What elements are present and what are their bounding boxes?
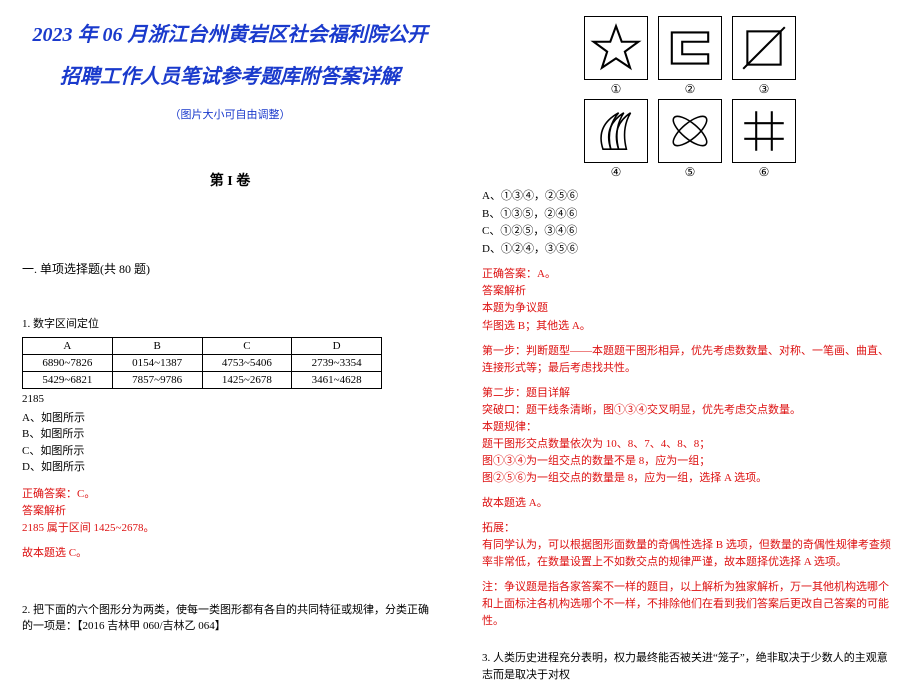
figure-cell-3: ③ — [732, 16, 796, 97]
q2-step2-l4: 图①③④为一组交点的数量不是 8，应为一组； — [482, 453, 898, 470]
th-c: C — [202, 338, 292, 355]
q1-table: A B C D 6890~7826 0154~1387 4753~5406 27… — [22, 337, 382, 389]
q1-ans-pick: 故本题选 C。 — [22, 545, 438, 562]
cell: 7857~9786 — [112, 372, 202, 389]
q2-note1: 本题为争议题 — [482, 300, 898, 317]
opt-a: A、①③④，②⑤⑥ — [482, 188, 898, 206]
doc-title-2: 招聘工作人员笔试参考题库附答案详解 — [22, 58, 438, 96]
figure-row-1: ① ② ③ — [584, 16, 796, 97]
opt-b: B、如图所示 — [22, 426, 438, 443]
q2-step2-l5: 图②⑤⑥为一组交点的数量是 8，应为一组，选择 A 选项。 — [482, 470, 898, 487]
doc-title-1: 2023 年 06 月浙江台州黄岩区社会福利院公开 — [22, 16, 438, 54]
figure-diagonal-square-icon — [732, 16, 796, 80]
figure-cell-1: ① — [584, 16, 648, 97]
table-row: 5429~6821 7857~9786 1425~2678 3461~4628 — [23, 372, 382, 389]
q3-stem: 3. 人类历史进程充分表明，权力最终能否被关进“笼子”，绝非取决于少数人的主观意… — [482, 650, 898, 683]
q2-note2: 华图选 B；其他选 A。 — [482, 318, 898, 335]
cell: 0154~1387 — [112, 355, 202, 372]
q1-opts: A、如图所示 B、如图所示 C、如图所示 D、如图所示 — [22, 410, 438, 476]
circled-3: ③ — [759, 82, 770, 97]
page-wrapper: 2023 年 06 月浙江台州黄岩区社会福利院公开 招聘工作人员笔试参考题库附答… — [0, 0, 920, 651]
q2-stem: 2. 把下面的六个图形分为两类，使每一类图形都有各自的共同特征或规律，分类正确的… — [22, 602, 438, 635]
th-a: A — [23, 338, 113, 355]
figure-banana-arcs-icon — [584, 99, 648, 163]
table-row: 6890~7826 0154~1387 4753~5406 2739~3354 — [23, 355, 382, 372]
opt-d: D、如图所示 — [22, 459, 438, 476]
q2-correct: 正确答案：A。 — [482, 266, 898, 283]
q2-step2-title: 第二步：题目详解 — [482, 385, 898, 402]
opt-a: A、如图所示 — [22, 410, 438, 427]
cell: 2739~3354 — [292, 355, 382, 372]
q2-options: A、①③④，②⑤⑥ B、①③⑤，②④⑥ C、①②⑤，③④⑥ D、①②④，③⑤⑥ — [482, 188, 898, 258]
opt-b: B、①③⑤，②④⑥ — [482, 206, 898, 224]
cell: 1425~2678 — [202, 372, 292, 389]
q2-note: 注：争议题是指各家答案不一样的题目，以上解析为独家解析，万一其他机构选哪个和上面… — [482, 579, 898, 630]
q1-correct: 正确答案：C。 — [22, 486, 438, 503]
q2-step1: 第一步：判断题型——本题题干图形相异，优先考虑数数量、对称、一笔画、曲直、连接形… — [482, 343, 898, 377]
q2-answer-head: 正确答案：A。 答案解析 本题为争议题 华图选 B；其他选 A。 — [482, 266, 898, 334]
q2-step2-l1: 突破口：题干线条清晰，图①③④交叉明显，优先考虑交点数量。 — [482, 402, 898, 419]
q2-ext-label: 拓展： — [482, 520, 898, 537]
figure-star-icon — [584, 16, 648, 80]
cell: 4753~5406 — [202, 355, 292, 372]
figure-cell-6: ⑥ — [732, 99, 796, 180]
circled-6: ⑥ — [759, 165, 770, 180]
circled-4: ④ — [611, 165, 622, 180]
figure-cell-2: ② — [658, 16, 722, 97]
q1-stem: 1. 数字区间定位 — [22, 315, 438, 331]
figure-atom-icon — [658, 99, 722, 163]
cell: 5429~6821 — [23, 372, 113, 389]
right-column: ① ② ③ — [460, 0, 920, 651]
q2-step2: 第二步：题目详解 突破口：题干线条清晰，图①③④交叉明显，优先考虑交点数量。 本… — [482, 385, 898, 487]
figure-c-shape-icon — [658, 16, 722, 80]
q1-ans-label: 答案解析 — [22, 503, 438, 520]
th-b: B — [112, 338, 202, 355]
q2-step2-l2: 本题规律： — [482, 419, 898, 436]
figure-cell-5: ⑤ — [658, 99, 722, 180]
q1-target: 2185 — [22, 391, 438, 408]
q2-step2-l3: 题干图形交点数量依次为 10、8、7、4、8、8； — [482, 436, 898, 453]
figure-cell-4: ④ — [584, 99, 648, 180]
circled-1: ① — [611, 82, 622, 97]
cell: 3461~4628 — [292, 372, 382, 389]
q2-conclude: 故本题选 A。 — [482, 495, 898, 512]
opt-d: D、①②④，③⑤⑥ — [482, 241, 898, 259]
q2-ans-label: 答案解析 — [482, 283, 898, 300]
cell: 6890~7826 — [23, 355, 113, 372]
table-header-row: A B C D — [23, 338, 382, 355]
q2-extension: 拓展： 有同学认为，可以根据图形面数量的奇偶性选择 B 选项，但数量的奇偶性规律… — [482, 520, 898, 571]
circled-5: ⑤ — [685, 165, 696, 180]
q2-ext-body: 有同学认为，可以根据图形面数量的奇偶性选择 B 选项，但数量的奇偶性规律考查频率… — [482, 537, 898, 571]
opt-c: C、如图所示 — [22, 443, 438, 460]
q1-answer: 正确答案：C。 答案解析 2185 属于区间 1425~2678。 故本题选 C… — [22, 486, 438, 562]
volume-heading: 第 I 卷 — [22, 170, 438, 190]
circled-2: ② — [685, 82, 696, 97]
left-column: 2023 年 06 月浙江台州黄岩区社会福利院公开 招聘工作人员笔试参考题库附答… — [0, 0, 460, 651]
section-heading: 一. 单项选择题(共 80 题) — [22, 260, 438, 277]
th-d: D — [292, 338, 382, 355]
doc-subtitle: （图片大小可自由调整） — [22, 106, 438, 122]
q2-figures: ① ② ③ — [482, 16, 898, 180]
q1-ans-detail: 2185 属于区间 1425~2678。 — [22, 520, 438, 537]
figure-row-2: ④ ⑤ — [584, 99, 796, 180]
figure-grid-icon — [732, 99, 796, 163]
opt-c: C、①②⑤，③④⑥ — [482, 223, 898, 241]
